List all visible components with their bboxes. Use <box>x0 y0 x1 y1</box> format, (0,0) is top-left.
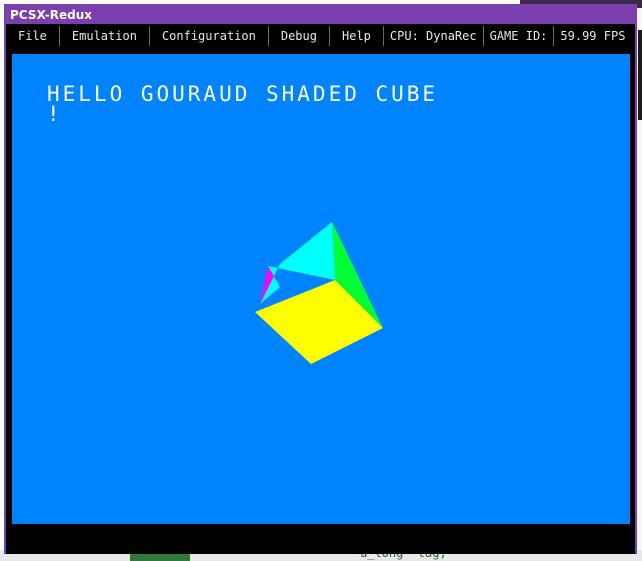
cpu-status: CPU: DynaRec <box>384 26 484 46</box>
menu-debug[interactable]: Debug <box>269 26 330 46</box>
menu-configuration[interactable]: Configuration <box>150 26 269 46</box>
emulator-screen[interactable]: HELLO GOURAUD SHADED CUBE ! <box>12 54 630 524</box>
game-id-status: GAME ID: <box>484 26 555 46</box>
screen-bottom-border <box>6 524 635 554</box>
fps-counter: 59.99 FPS <box>560 29 626 43</box>
menu-help[interactable]: Help <box>330 26 384 46</box>
window-title[interactable]: PCSX-Redux <box>6 6 635 24</box>
menu-bar: File Emulation Configuration Debug Help … <box>6 26 635 46</box>
desktop: u_long tag; PCSX-Redux File Emulation Co… <box>0 0 642 561</box>
menu-file[interactable]: File <box>6 26 60 46</box>
background-editor-edge <box>638 30 642 120</box>
menu-emulation[interactable]: Emulation <box>60 26 150 46</box>
emulator-window: PCSX-Redux File Emulation Configuration … <box>4 4 637 554</box>
gouraud-cube <box>255 222 383 364</box>
